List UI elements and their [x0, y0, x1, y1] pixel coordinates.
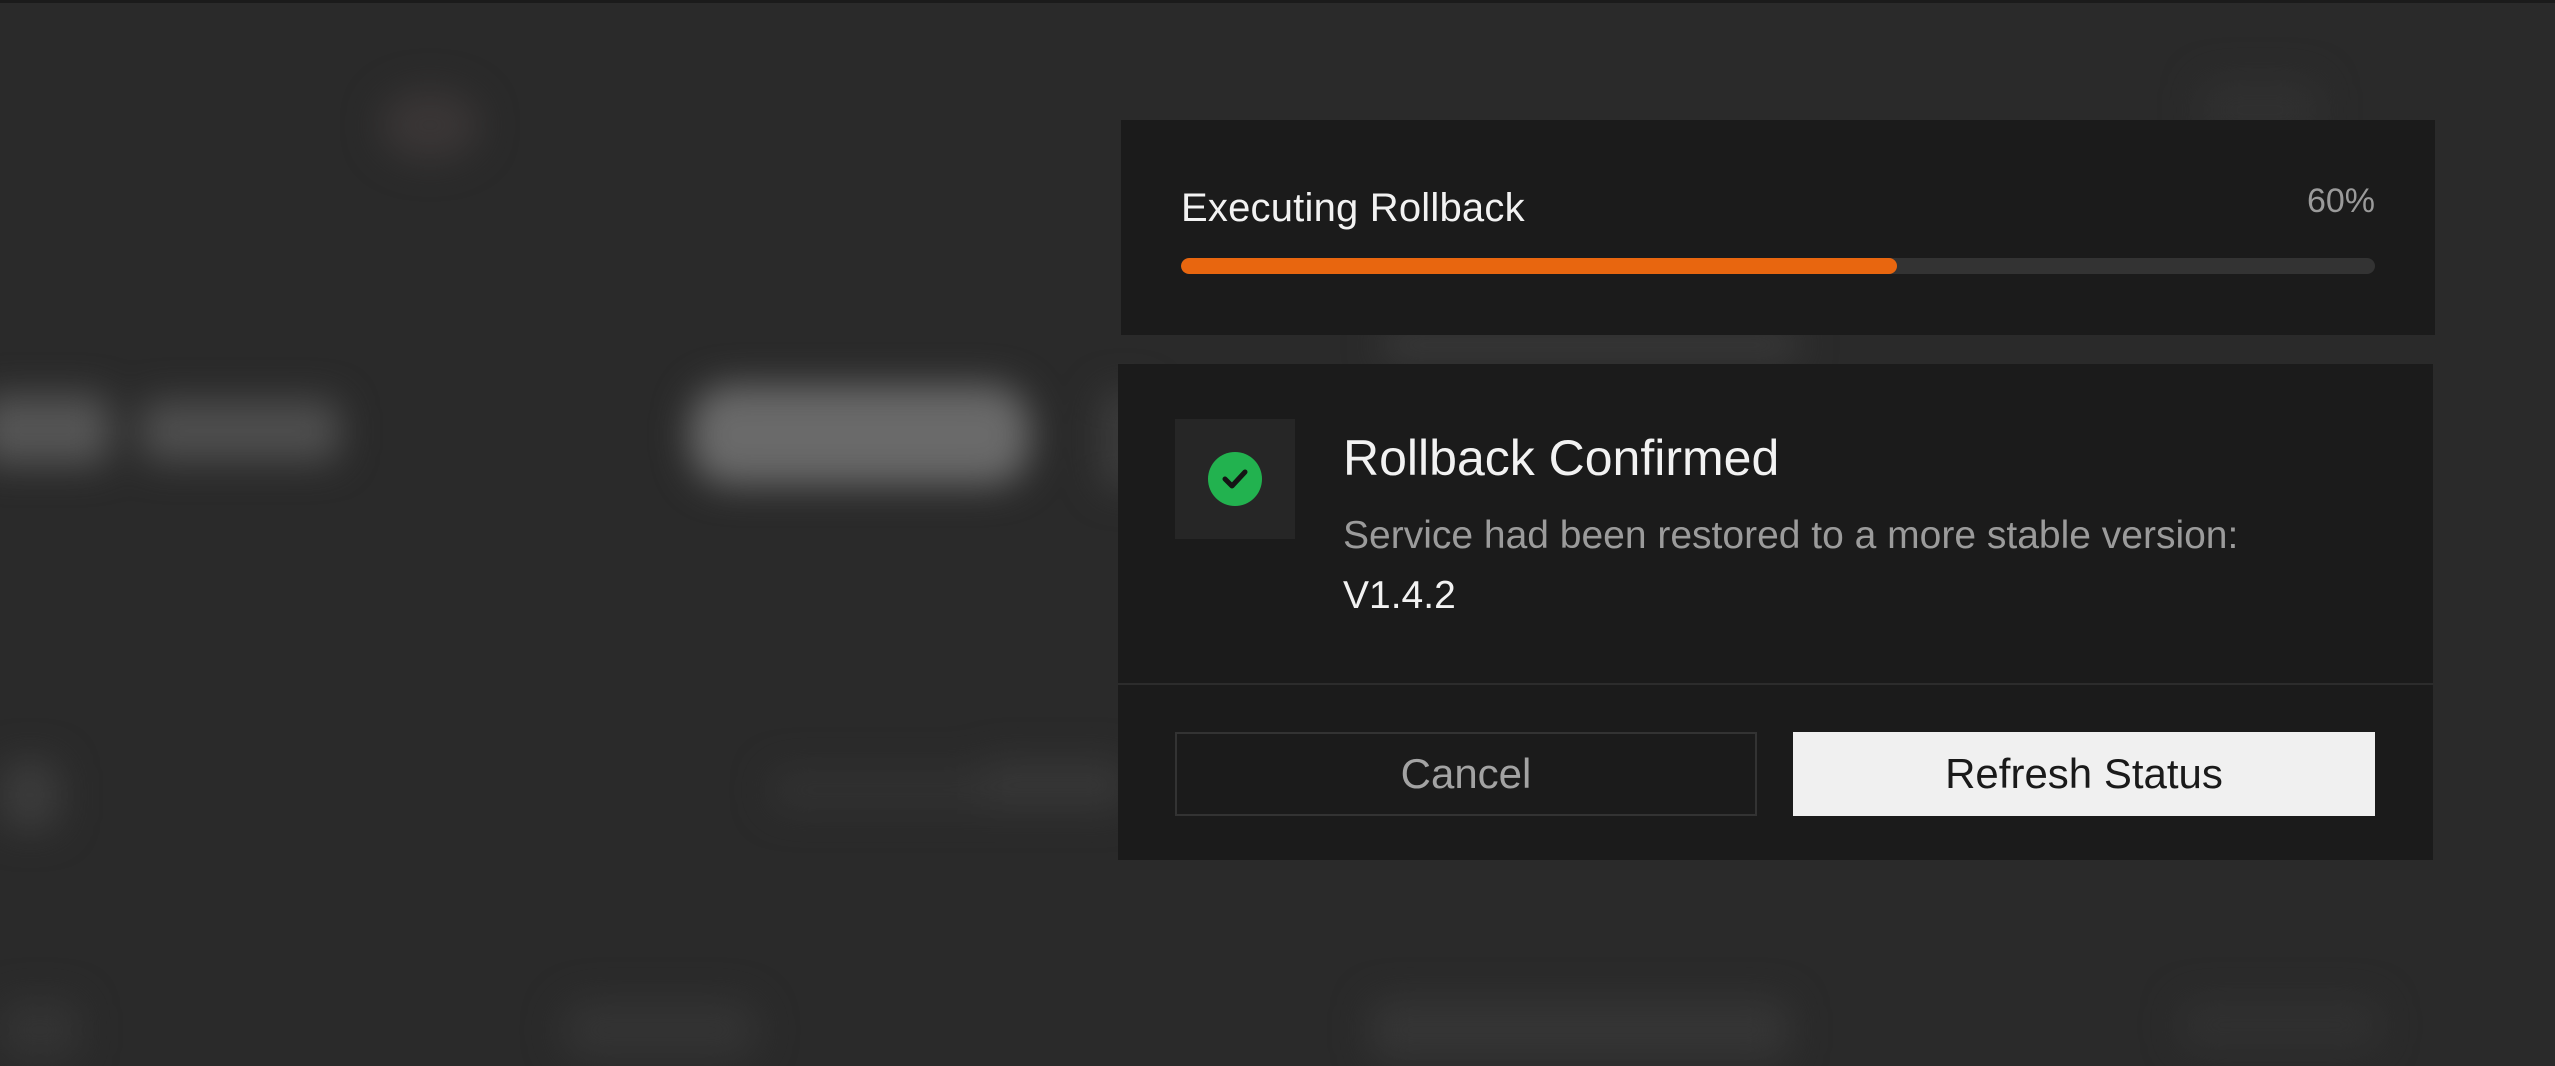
progress-percent: 60%: [2306, 182, 2375, 220]
progress-bar-fill: [1181, 258, 1898, 274]
progress-bar: [1181, 258, 2375, 274]
confirmation-message: Service had been restored to a more stab…: [1343, 506, 2383, 626]
check-circle-icon: [1208, 452, 1262, 506]
version-label: V1.4.2: [1343, 574, 1456, 617]
status-icon-tile: [1175, 419, 1295, 539]
cancel-button[interactable]: Cancel: [1175, 732, 1757, 816]
refresh-status-button[interactable]: Refresh Status: [1793, 732, 2375, 816]
confirmation-title: Rollback Confirmed: [1343, 430, 1780, 486]
rollback-progress-panel: Executing Rollback 60%: [1121, 120, 2435, 335]
panel-divider: [1118, 683, 2433, 685]
confirmation-message-text: Service had been restored to a more stab…: [1343, 514, 2239, 557]
progress-title: Executing Rollback: [1181, 186, 1525, 230]
rollback-confirmation-panel: Rollback Confirmed Service had been rest…: [1118, 364, 2433, 860]
